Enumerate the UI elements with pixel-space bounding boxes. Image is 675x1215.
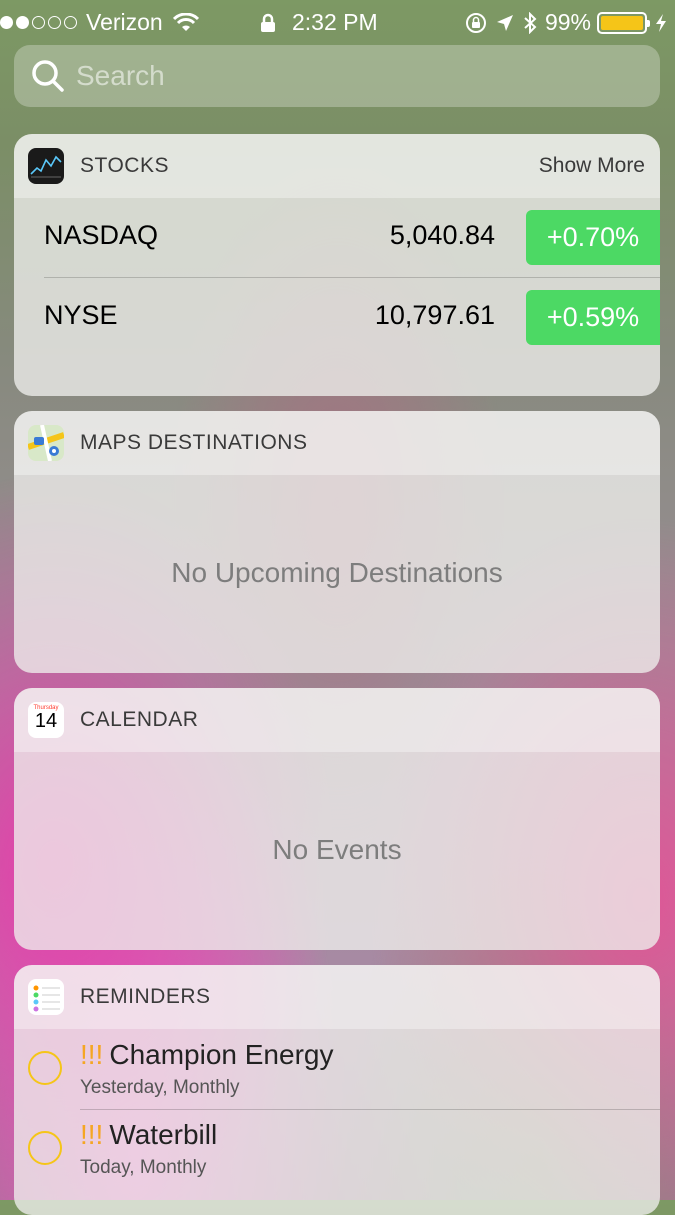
search-placeholder: Search [76,60,165,91]
stock-name: NYSE [44,300,118,330]
bluetooth-icon [524,11,537,34]
calendar-empty-message: No Events [272,834,402,865]
carrier-name: Verizon [86,9,163,35]
reminder-subtitle: Yesterday, Monthly [80,1077,240,1098]
calendar-header: Thursday 14 CALENDAR [14,688,660,752]
stocks-header: STOCKS Show More [14,134,660,198]
signal-dot [48,16,61,29]
reminder-checkbox[interactable] [28,1131,62,1165]
reminders-list-icon [33,985,60,1012]
stock-name: NASDAQ [44,220,159,250]
stocks-widget: STOCKS Show More NASDAQ 5,040.84 +0.70% … [14,134,660,396]
battery-percent: 99% [544,9,591,35]
reminders-app-icon [28,979,64,1015]
reminder-item[interactable]: !!! Champion Energy Yesterday, Monthly [14,1029,660,1109]
reminders-header: REMINDERS [14,965,660,1029]
rotation-lock-icon [465,12,486,33]
battery-fill [601,15,643,30]
stock-row[interactable]: NYSE 10,797.61 +0.59% [14,278,660,358]
clock: 2:32 PM [292,9,378,35]
reminder-checkbox[interactable] [28,1051,62,1085]
maps-app-icon [28,425,64,461]
search-icon [32,60,64,92]
search-bar[interactable]: Search [14,45,660,107]
reminder-title-text: Champion Energy [109,1039,334,1070]
status-bar: Verizon 2:32 PM 99% [0,0,675,44]
maps-widget: MAPS DESTINATIONS No Upcoming Destinatio… [14,411,660,673]
maps-icon [28,425,64,461]
priority-marker: !!! [80,1039,104,1070]
stock-row[interactable]: NASDAQ 5,040.84 +0.70% [14,198,660,278]
signal-dot [0,16,13,29]
status-left: Verizon [0,9,199,36]
stocks-chart-icon [30,155,62,178]
stocks-app-icon [28,148,64,184]
maps-header: MAPS DESTINATIONS [14,411,660,475]
reminder-title: !!! Champion Energy [80,1039,333,1071]
calendar-icon-day: 14 [34,710,58,732]
calendar-app-icon: Thursday 14 [28,702,64,738]
reminder-title-text: Waterbill [109,1119,218,1150]
charging-icon [656,13,666,32]
stock-price: 5,040.84 [389,220,495,250]
show-more-button[interactable]: Show More [539,154,645,178]
stock-change-badge[interactable]: +0.70% [526,210,660,265]
calendar-title: CALENDAR [80,708,199,731]
maps-empty-message: No Upcoming Destinations [171,557,503,588]
status-center: 2:32 PM [260,9,378,36]
priority-marker: !!! [80,1119,104,1150]
calendar-widget: Thursday 14 CALENDAR No Events [14,688,660,950]
lock-icon [261,13,275,32]
reminders-widget: REMINDERS !!! Champion Energy Yesterday, … [14,965,660,1215]
status-right: 99% [465,9,667,36]
stock-price: 10,797.61 [374,300,495,330]
reminder-title: !!! Waterbill [80,1119,217,1151]
stock-change-badge[interactable]: +0.59% [526,290,660,345]
location-icon [496,14,513,31]
reminders-title: REMINDERS [80,985,211,1008]
signal-dot [16,16,29,29]
signal-dot [64,16,77,29]
battery-icon [597,11,650,34]
signal-dot [32,16,45,29]
reminder-item[interactable]: !!! Waterbill Today, Monthly [14,1109,660,1189]
stocks-title: STOCKS [80,154,169,177]
maps-title: MAPS DESTINATIONS [80,431,308,454]
wifi-icon [172,12,199,31]
reminder-subtitle: Today, Monthly [80,1157,207,1178]
